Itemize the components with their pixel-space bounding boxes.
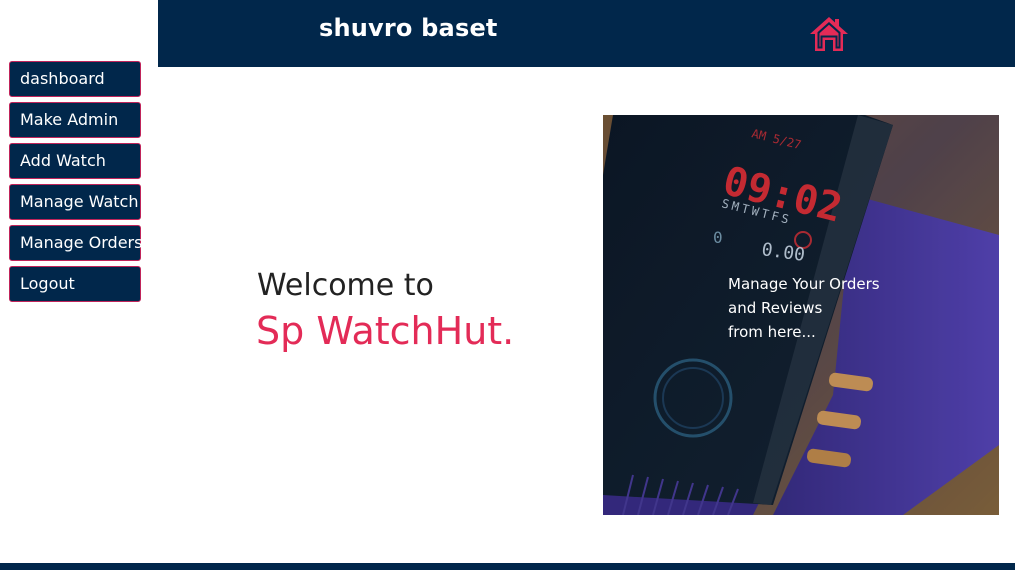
brand-title: Sp WatchHut. xyxy=(256,309,515,353)
sidebar-item-logout[interactable]: Logout xyxy=(9,266,141,302)
hero-image: AM 5/27 09:02 SMTWTFS 0 0.00 Manage Your… xyxy=(603,115,999,515)
sidebar-item-add-watch[interactable]: Add Watch xyxy=(9,143,141,179)
hero-overlay-text: Manage Your Orders and Reviews from here… xyxy=(728,272,880,344)
hero-overlay-line-1: Manage Your Orders xyxy=(728,275,880,293)
user-name: shuvro baset xyxy=(319,14,498,42)
hero-overlay-line-3: from here... xyxy=(728,323,816,341)
sidebar-nav: dashboard Make Admin Add Watch Manage Wa… xyxy=(9,61,142,307)
hero-overlay-line-2: and Reviews xyxy=(728,299,823,317)
footer-bar xyxy=(0,563,1015,570)
sidebar-item-manage-watch[interactable]: Manage Watch xyxy=(9,184,141,220)
home-button[interactable] xyxy=(808,15,850,53)
sidebar-item-dashboard[interactable]: dashboard xyxy=(9,61,141,97)
dashboard-page: shuvro baset dashboard Make Admin Add Wa… xyxy=(0,0,1015,570)
home-icon xyxy=(810,17,848,51)
top-header: shuvro baset xyxy=(158,0,1015,67)
welcome-text: Welcome to xyxy=(257,268,434,303)
sidebar-item-manage-orders[interactable]: Manage Orders xyxy=(9,225,142,261)
sidebar-item-make-admin[interactable]: Make Admin xyxy=(9,102,141,138)
